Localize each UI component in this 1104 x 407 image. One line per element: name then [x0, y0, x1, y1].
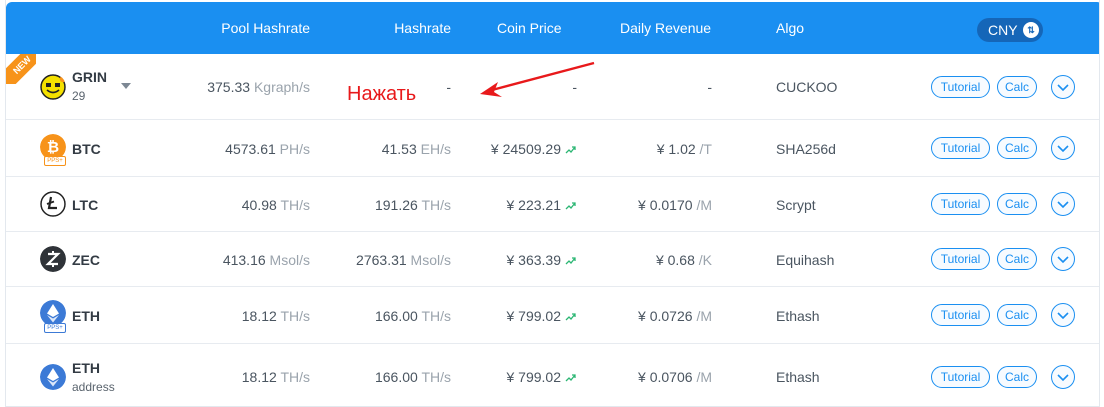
chevron-down-icon	[1057, 145, 1069, 153]
calc-button[interactable]: Calc	[997, 193, 1037, 215]
daily-revenue: -	[707, 79, 712, 95]
coin-price: ¥ 799.02	[507, 308, 578, 324]
annotation-text: Нажать	[347, 83, 417, 105]
switch-icon: ⇅	[1023, 22, 1039, 38]
pool-hashrate: 413.16 Msol/s	[222, 252, 310, 268]
coin-price: ¥ 223.21	[507, 197, 578, 213]
daily-revenue: ¥ 0.0706 /M	[638, 369, 712, 385]
chevron-down-icon	[1057, 374, 1069, 382]
expand-button[interactable]	[1051, 136, 1075, 160]
trend-up-icon	[565, 202, 576, 210]
svg-text:₿: ₿	[47, 138, 59, 156]
tutorial-button[interactable]: Tutorial	[931, 76, 990, 98]
header-coin-price[interactable]: Coin Price	[497, 2, 562, 54]
coin-name: ETH	[72, 360, 100, 376]
expand-button[interactable]	[1051, 192, 1075, 216]
coin-name: ZEC	[72, 252, 100, 268]
chevron-down-icon	[1057, 256, 1069, 264]
calc-button[interactable]: Calc	[997, 248, 1037, 270]
daily-revenue: ¥ 1.02 /T	[656, 141, 712, 157]
tutorial-button[interactable]: Tutorial	[931, 137, 990, 159]
pps-badge: PPS+	[44, 156, 66, 166]
hashrate: -	[446, 79, 451, 95]
coin-price: ¥ 24509.29	[491, 141, 577, 157]
ltc-coin-icon	[40, 191, 66, 217]
chevron-down-icon	[1057, 201, 1069, 209]
table-header: Pool Hashrate Hashrate Coin Price Daily …	[6, 2, 1099, 54]
coin-price: -	[572, 79, 577, 95]
expand-button[interactable]	[1051, 247, 1075, 271]
hashrate: 41.53 EH/s	[381, 141, 451, 157]
table-row: ₿ PPS+ BTC 4573.61 PH/s 41.53 EH/s ¥ 245…	[6, 120, 1099, 177]
coin-price: ¥ 363.39	[507, 252, 578, 268]
algo: Equihash	[776, 252, 835, 268]
coin-name: LTC	[72, 197, 99, 213]
calc-button[interactable]: Calc	[997, 76, 1037, 98]
hashrate: 166.00 TH/s	[374, 308, 451, 324]
pool-hashrate: 18.12 TH/s	[241, 369, 310, 385]
hashrate: 166.00 TH/s	[374, 369, 451, 385]
algo: Scrypt	[776, 197, 816, 213]
hashrate: 191.26 TH/s	[374, 197, 451, 213]
expand-button[interactable]	[1051, 303, 1075, 327]
header-hashrate[interactable]: Hashrate	[394, 2, 451, 54]
header-pool-hashrate[interactable]: Pool Hashrate	[221, 2, 310, 54]
chevron-down-icon	[1057, 84, 1069, 92]
tutorial-button[interactable]: Tutorial	[931, 193, 990, 215]
chevron-down-icon	[1057, 312, 1069, 320]
coin-name: ETH	[72, 308, 100, 324]
algo: CUCKOO	[776, 79, 838, 95]
pool-hashrate: 4573.61 PH/s	[225, 141, 310, 157]
eth-coin-icon	[40, 364, 66, 390]
algo: SHA256d	[776, 141, 836, 157]
calc-button[interactable]: Calc	[997, 366, 1037, 388]
table-row: NEW GRIN 29 375.33 Kgraph/s - - - CUCKOO…	[6, 54, 1099, 120]
expand-button[interactable]	[1051, 75, 1075, 99]
table-row: LTC 40.98 TH/s 191.26 TH/s ¥ 223.21 ¥ 0.…	[6, 177, 1099, 232]
trend-up-icon	[565, 313, 576, 321]
coin-name: BTC	[72, 141, 101, 157]
tutorial-button[interactable]: Tutorial	[931, 366, 990, 388]
trend-up-icon	[565, 146, 576, 154]
pool-hashrate: 375.33 Kgraph/s	[207, 79, 310, 95]
trend-up-icon	[565, 374, 576, 382]
daily-revenue: ¥ 0.0170 /M	[638, 197, 712, 213]
grin-coin-icon	[40, 74, 66, 100]
coin-price: ¥ 799.02	[507, 369, 578, 385]
new-badge-label: NEW	[6, 54, 36, 84]
hashrate: 2763.31 Msol/s	[356, 252, 451, 268]
header-algo: Algo	[776, 20, 805, 36]
currency-toggle[interactable]: CNY ⇅	[977, 18, 1043, 42]
pool-hashrate: 40.98 TH/s	[241, 197, 310, 213]
pps-badge: PPS+	[44, 323, 66, 333]
calc-button[interactable]: Calc	[997, 137, 1037, 159]
coin-sub: 29	[72, 89, 86, 103]
coin-sub: address	[72, 380, 115, 394]
pool-hashrate: 18.12 TH/s	[241, 308, 310, 324]
calc-button[interactable]: Calc	[997, 304, 1037, 326]
expand-button[interactable]	[1051, 365, 1075, 389]
trend-up-icon	[565, 257, 576, 265]
caret-down-icon[interactable]	[120, 82, 132, 90]
algo: Ethash	[776, 369, 820, 385]
mining-pool-table: Pool Hashrate Hashrate Coin Price Daily …	[5, 0, 1100, 407]
header-daily-revenue[interactable]: Daily Revenue	[620, 2, 711, 54]
table-row: ETH address 18.12 TH/s 166.00 TH/s ¥ 799…	[6, 344, 1099, 406]
daily-revenue: ¥ 0.68 /K	[655, 252, 712, 268]
algo: Ethash	[776, 308, 820, 324]
coin-name: GRIN	[72, 69, 107, 85]
zec-coin-icon	[40, 246, 66, 272]
currency-label: CNY	[988, 22, 1018, 38]
new-badge: NEW	[6, 54, 36, 84]
table-row: ZEC 413.16 Msol/s 2763.31 Msol/s ¥ 363.3…	[6, 232, 1099, 287]
tutorial-button[interactable]: Tutorial	[931, 304, 990, 326]
table-row: PPS+ ETH 18.12 TH/s 166.00 TH/s ¥ 799.02…	[6, 287, 1099, 344]
tutorial-button[interactable]: Tutorial	[931, 248, 990, 270]
daily-revenue: ¥ 0.0726 /M	[638, 308, 712, 324]
